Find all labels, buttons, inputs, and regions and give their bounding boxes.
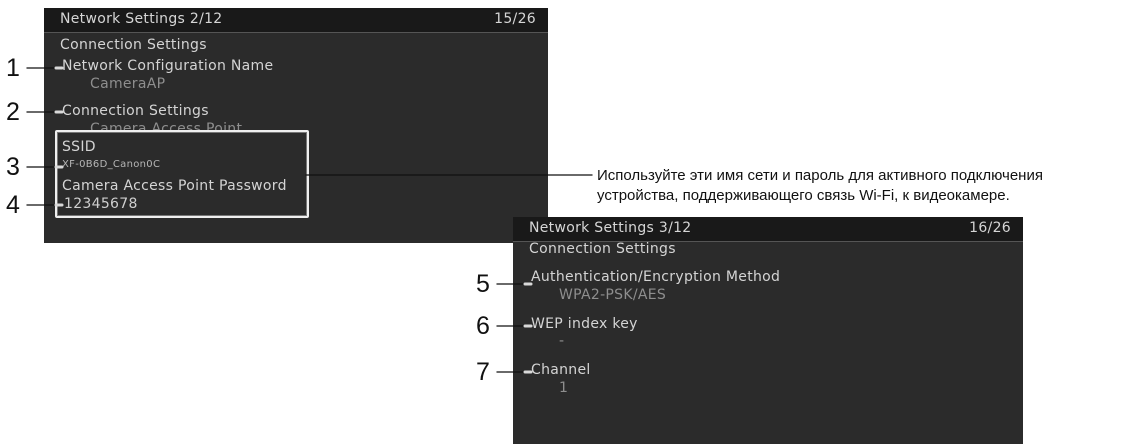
explanatory-note: Используйте эти имя сети и пароль для ак… [597, 166, 1043, 206]
callout-number-2: 2 [6, 98, 20, 126]
note-line-1: Используйте эти имя сети и пароль для ак… [597, 167, 1043, 184]
callout-number-5: 5 [476, 270, 490, 298]
callout-number-3: 3 [6, 153, 20, 181]
callout-number-4: 4 [6, 191, 20, 219]
callout-number-7: 7 [476, 358, 490, 386]
callout-leader-lines [26, 66, 593, 374]
callout-number-6: 6 [476, 312, 490, 340]
callout-number-1: 1 [6, 54, 20, 82]
note-line-2: устройства, поддерживающего связь Wi-Fi,… [597, 187, 1010, 204]
